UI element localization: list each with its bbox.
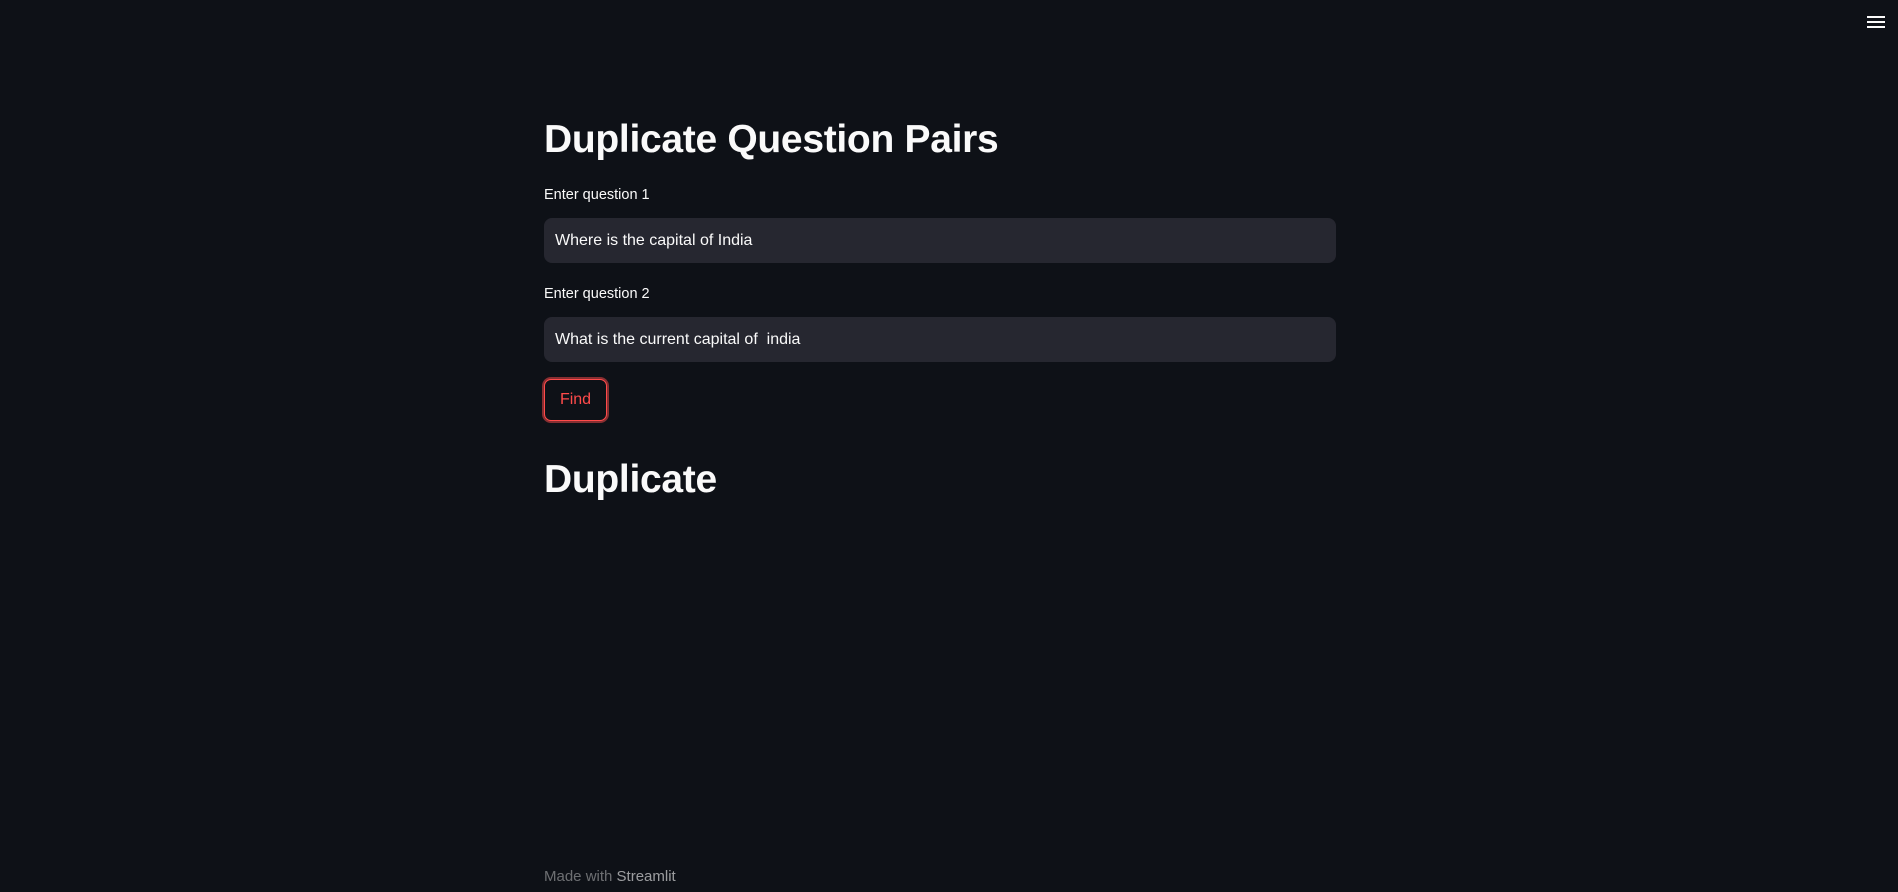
question-2-label: Enter question 2 xyxy=(544,286,650,302)
question-1-input[interactable] xyxy=(544,218,1336,263)
page-title: Duplicate Question Pairs xyxy=(544,118,999,161)
streamlit-link[interactable]: Streamlit xyxy=(617,868,676,885)
result-heading: Duplicate xyxy=(544,458,717,501)
main-menu-button[interactable] xyxy=(1860,6,1892,38)
find-button[interactable]: Find xyxy=(544,379,607,421)
footer: Made with Streamlit xyxy=(544,867,676,887)
footer-prefix: Made with xyxy=(544,868,617,885)
question-2-input[interactable] xyxy=(544,317,1336,362)
hamburger-menu-icon xyxy=(1866,14,1886,30)
question-1-label: Enter question 1 xyxy=(544,187,650,203)
